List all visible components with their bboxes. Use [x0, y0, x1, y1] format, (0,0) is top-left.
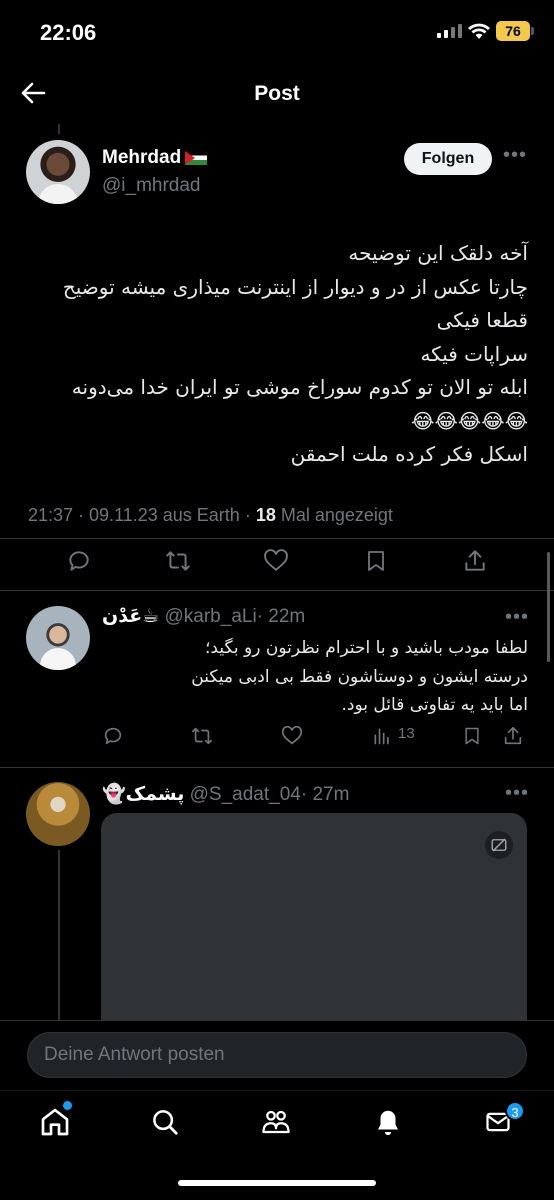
tweet-actions — [0, 548, 554, 578]
messages-badge: 3 — [505, 1101, 525, 1121]
more-options-icon[interactable]: ••• — [505, 606, 529, 629]
reply-avatar[interactable] — [26, 782, 90, 846]
author-handle[interactable]: @i_mhrdad — [102, 175, 201, 197]
reply-text: لطفا مودب باشید و با احترام نظرتون رو بگ… — [98, 634, 528, 720]
reply-bar: Deine Antwort posten — [0, 1020, 554, 1090]
divider — [0, 590, 554, 591]
home-icon[interactable] — [38, 1105, 72, 1139]
page-title: Post — [254, 82, 300, 105]
wifi-icon — [468, 22, 490, 45]
reply-time: · 27m — [300, 784, 350, 805]
like-icon[interactable] — [281, 725, 303, 752]
cellular-signal-icon — [437, 24, 462, 38]
bookmark-icon[interactable] — [462, 725, 482, 752]
tweet-line: آخه دلقک این توضیحه — [348, 241, 528, 265]
views-count: 13 — [398, 725, 415, 742]
tweet-line: ابله تو الان تو کدوم سوراخ موشی تو ایران… — [71, 375, 528, 399]
status-bar: 22:06 76 — [0, 0, 554, 64]
reply-input[interactable]: Deine Antwort posten — [27, 1032, 527, 1078]
like-icon[interactable] — [263, 548, 289, 579]
thread-line — [58, 124, 60, 134]
battery-tip — [531, 27, 534, 35]
home-indicator — [178, 1180, 376, 1186]
more-options-icon[interactable]: ••• — [505, 782, 529, 805]
thread-line — [58, 850, 60, 1020]
sensitive-media-icon — [485, 831, 513, 859]
reply-header: عَدْن☕ @karb_aLi· 22m — [102, 605, 305, 628]
tweet-meta: 21:37 · 09.11.23 aus Earth · 18 Mal ange… — [28, 505, 393, 526]
reply-line: اما باید یه تفاوتی قائل بود. — [341, 695, 528, 715]
bookmark-icon[interactable] — [364, 548, 388, 579]
tweet-text: آخه دلقک این توضیحه چارتا عکس از در و دی… — [28, 237, 528, 472]
communities-icon[interactable] — [259, 1105, 293, 1139]
notifications-icon[interactable] — [371, 1105, 405, 1139]
tweet-line: قطعا فیکی — [436, 308, 528, 332]
reply-time: · 22m — [256, 606, 306, 627]
reply-header: 👻پشمک @S_adat_04· 27m — [102, 782, 349, 806]
author-avatar[interactable] — [26, 140, 90, 204]
reply-author-name[interactable]: عَدْن☕ — [102, 606, 159, 627]
retweet-icon[interactable] — [164, 548, 192, 579]
follow-button[interactable]: Folgen — [404, 143, 492, 175]
more-options-icon[interactable]: ••• — [503, 144, 527, 167]
home-notification-dot — [63, 1101, 72, 1110]
scrollbar[interactable] — [547, 552, 550, 662]
reply-author-handle[interactable]: @karb_aLi — [165, 606, 257, 627]
battery-icon: 76 — [496, 21, 530, 41]
search-icon[interactable] — [148, 1105, 182, 1139]
reply-line: لطفا مودب باشید و با احترام نظرتون رو بگ… — [205, 638, 528, 658]
retweet-icon[interactable] — [190, 725, 214, 752]
reply-actions: 13 — [0, 725, 554, 751]
reply-media[interactable] — [101, 813, 527, 1028]
share-icon[interactable] — [502, 725, 524, 752]
tweet-line: سراپات فیکه — [420, 341, 528, 366]
reply-icon[interactable] — [66, 548, 92, 579]
tweet-line: 😂😂😂😂😂 — [411, 408, 528, 433]
reply-author-name[interactable]: 👻پشمک — [102, 784, 184, 805]
tweet-line: چارتا عکس از در و دیوار از اینترنت میذار… — [62, 274, 528, 299]
reply-icon[interactable] — [102, 725, 124, 752]
tweet-timestamp: 21:37 · 09.11.23 aus Earth · — [28, 505, 256, 525]
share-icon[interactable] — [462, 548, 488, 579]
views-icon[interactable] — [372, 725, 392, 752]
status-time: 22:06 — [40, 20, 97, 45]
divider — [0, 538, 554, 539]
views-label: Mal angezeigt — [275, 505, 393, 525]
reply-avatar[interactable] — [26, 606, 90, 670]
divider — [0, 767, 554, 768]
views-count: 18 — [255, 505, 276, 525]
palestine-flag-icon — [185, 151, 208, 165]
author-name-text: Mehrdad — [102, 147, 182, 168]
reply-line: درسته ایشون و دوستاشون فقط بی ادبی میکنن — [191, 666, 528, 687]
header: Post — [0, 64, 554, 124]
reply-author-handle[interactable]: @S_adat_04 — [190, 784, 301, 805]
author-name[interactable]: Mehrdad — [102, 147, 208, 169]
tweet-line: اسکل فکر کرده ملت احمقن — [290, 442, 528, 466]
